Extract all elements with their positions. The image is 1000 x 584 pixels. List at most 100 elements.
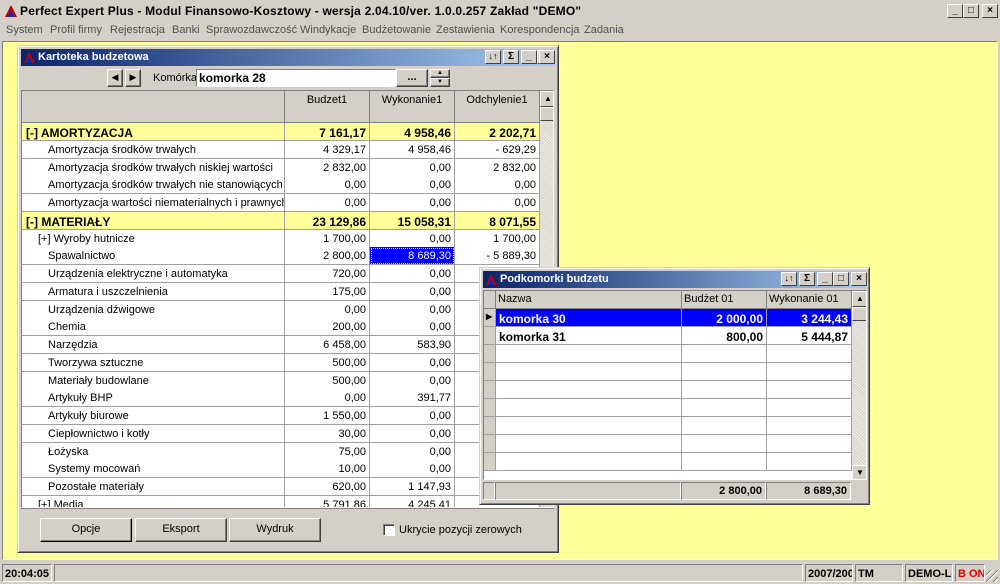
table-row[interactable]: Chemia 200,00 0,00: [22, 318, 540, 337]
table-row[interactable]: Urządzenia dźwigowe 0,00 0,00: [22, 300, 540, 319]
podkomorki-scroll-up-icon[interactable]: ▲: [852, 291, 866, 307]
row-name: [-] AMORTYZACJA: [22, 123, 285, 141]
podkomorki-minimize-button[interactable]: _: [817, 272, 833, 286]
kartoteka-close-button-visible[interactable]: ×: [539, 50, 555, 64]
podkomorki-sort-icon[interactable]: ↓↑: [781, 272, 797, 286]
podkomorki-row[interactable]: ▶ komorka 30 2 000,00 3 244,43: [484, 309, 852, 327]
table-row[interactable]: Urządzenia elektryczne i automatyka 720,0…: [22, 265, 540, 283]
kartoteka-sort-icon[interactable]: ↓↑: [485, 50, 501, 64]
podkomorki-title-bar[interactable]: Podkomorki budzetu ↓↑ Σ _ □ ×: [483, 271, 867, 288]
komorka-browse-button[interactable]: ...: [396, 69, 428, 87]
col-header-odchylenie[interactable]: Odchylenie1: [455, 91, 540, 123]
podkomorki-close-button[interactable]: ×: [851, 272, 867, 286]
table-row[interactable]: Pozostałe materiały 620,00 1 147,93: [22, 478, 540, 496]
menu-sprawozdawczosc[interactable]: Sprawozdawczość: [206, 24, 297, 36]
menu-banki[interactable]: Banki: [172, 24, 200, 36]
group-row[interactable]: [-] AMORTYZACJA 7 161,17 4 958,46 2 202,71: [22, 123, 540, 141]
grid-scroll-thumb[interactable]: [540, 107, 553, 121]
col-header-budzet[interactable]: Budzet1: [285, 91, 370, 123]
table-row[interactable]: Artykuły biurowe 1 550,00 0,00: [22, 407, 540, 425]
podkomorki-cell-budzet: 800,00: [682, 327, 767, 345]
podkomorki-cell-nazwa: [496, 345, 682, 363]
komorka-spin-down[interactable]: ▼: [430, 78, 450, 87]
table-row[interactable]: [+] Wyroby hutnicze 1 700,00 0,00 1 700,00: [22, 229, 540, 248]
podkomorki-col-wykonanie[interactable]: Wykonanie 01: [767, 291, 852, 309]
podkomorki-sum-icon[interactable]: Σ: [799, 272, 815, 286]
podkomorki-scroll-down-icon[interactable]: ▼: [852, 465, 866, 479]
row-indicator: [484, 417, 496, 435]
cell-odchylenie: 2 832,00: [455, 158, 540, 177]
cell-budzet: 500,00: [285, 353, 370, 372]
podkomorki-cell-wykonanie: [767, 435, 852, 453]
menu-profil-firmy[interactable]: Profil firmy: [50, 24, 102, 36]
podkomorki-col-nazwa[interactable]: Nazwa: [496, 291, 682, 309]
podkomorki-empty-row[interactable]: [484, 381, 852, 399]
table-row[interactable]: Łożyska 75,00 0,00: [22, 442, 540, 461]
cell-budzet: 1 700,00: [285, 229, 370, 248]
kartoteka-title: Kartoteka budzetowa: [38, 51, 149, 63]
app-close-button[interactable]: ×: [982, 4, 998, 18]
opcje-button[interactable]: Opcje: [40, 518, 132, 542]
grid-scroll-up-icon[interactable]: ▲: [540, 91, 553, 107]
resize-grip-icon[interactable]: [986, 570, 998, 582]
menu-system[interactable]: System: [6, 24, 43, 36]
podkomorki-empty-row[interactable]: [484, 399, 852, 417]
table-row[interactable]: Ciepłownictwo i kotły 30,00 0,00: [22, 424, 540, 443]
wydruk-button[interactable]: Wydruk: [229, 518, 321, 542]
cell-odchylenie: 8 071,55: [455, 211, 540, 230]
menu-budzetowanie[interactable]: Budżetowanie: [362, 24, 431, 36]
table-row[interactable]: Tworzywa sztuczne 500,00 0,00: [22, 353, 540, 372]
row-name: Amortyzacja środków trwałych nie stanowi…: [22, 176, 285, 195]
podkomorki-cell-wykonanie: [767, 399, 852, 417]
hide-zero-checkbox[interactable]: [383, 524, 395, 536]
kartoteka-minimize-button[interactable]: _: [521, 50, 537, 64]
table-row[interactable]: Amortyzacja środków trwałych nie stanowi…: [22, 176, 540, 195]
podkomorki-empty-row[interactable]: [484, 345, 852, 363]
table-row[interactable]: Amortyzacja wartości niematerialnych i p…: [22, 194, 540, 212]
podkomorki-cell-wykonanie: [767, 453, 852, 471]
table-row[interactable]: Spawalnictwo 2 800,00 8 689,30- 5 889,30: [22, 247, 540, 266]
kartoteka-sum-icon[interactable]: Σ: [503, 50, 519, 64]
podkomorki-title: Podkomorki budzetu: [500, 273, 609, 285]
table-row[interactable]: [+] Media 5 791,86 4 245,41: [22, 495, 540, 507]
table-row[interactable]: Narzędzia 6 458,00 583,90: [22, 336, 540, 354]
budget-grid[interactable]: Budzet1 Wykonanie1 Odchylenie1 [-] AMORT…: [21, 90, 554, 508]
komorka-field[interactable]: komorka 28: [196, 69, 396, 87]
cell-budzet: 75,00: [285, 442, 370, 461]
eksport-button[interactable]: Eksport: [135, 518, 227, 542]
podkomorki-empty-row[interactable]: [484, 363, 852, 381]
table-row[interactable]: Materiały budowlane 500,00 0,00: [22, 371, 540, 390]
row-name: Amortyzacja środków trwałych niskiej war…: [22, 158, 285, 177]
komorka-spin-up[interactable]: ▲: [430, 69, 450, 78]
kartoteka-title-bar[interactable]: Kartoteka budzetowa ↓↑ Σ _ □: [21, 49, 555, 66]
table-row[interactable]: Systemy mocowań 10,00 0,00: [22, 460, 540, 479]
table-row[interactable]: Armatura i uszczelnienia 175,00 0,00: [22, 282, 540, 301]
menu-zadania[interactable]: Zadania: [584, 24, 624, 36]
table-row[interactable]: Artykuły BHP 0,00 391,77: [22, 389, 540, 408]
row-name: Artykuły biurowe: [22, 407, 285, 425]
menu-rejestracja[interactable]: Rejestracja: [110, 24, 165, 36]
group-row[interactable]: [-] MATERIAŁY 23 129,86 15 058,31 8 071,55: [22, 211, 540, 230]
next-komorka-button[interactable]: ▶: [125, 69, 141, 87]
podkomorki-cell-budzet: [682, 453, 767, 471]
podkomorki-empty-row[interactable]: [484, 435, 852, 453]
row-name: Narzędzia: [22, 336, 285, 354]
podkomorki-maximize-button[interactable]: □: [833, 272, 849, 286]
menu-zestawienia[interactable]: Zestawienia: [436, 24, 495, 36]
menu-korespondencja[interactable]: Korespondencja: [500, 24, 580, 36]
menu-windykacje[interactable]: Windykacje: [300, 24, 356, 36]
podkomorki-grid[interactable]: Nazwa Budżet 01 Wykonanie 01 ▶ komorka 30…: [483, 290, 867, 480]
status-panel-empty: [54, 564, 803, 582]
app-maximize-button[interactable]: □: [963, 4, 979, 18]
prev-komorka-button[interactable]: ◀: [107, 69, 123, 87]
podkomorki-empty-row[interactable]: [484, 417, 852, 435]
grid-body: [-] AMORTYZACJA 7 161,17 4 958,46 2 202,71 A…: [22, 123, 540, 507]
app-minimize-button[interactable]: _: [947, 4, 963, 18]
table-row[interactable]: Amortyzacja środków trwałych niskiej war…: [22, 158, 540, 177]
table-row[interactable]: Amortyzacja środków trwałych 4 329,17 4 95…: [22, 140, 540, 159]
podkomorki-col-budzet[interactable]: Budżet 01: [682, 291, 767, 309]
col-header-wykonanie[interactable]: Wykonanie1: [370, 91, 455, 123]
podkomorki-row[interactable]: komorka 31 800,00 5 444,87: [484, 327, 852, 345]
podkomorki-empty-row[interactable]: [484, 453, 852, 471]
podkomorki-scroll-thumb[interactable]: [852, 307, 866, 321]
